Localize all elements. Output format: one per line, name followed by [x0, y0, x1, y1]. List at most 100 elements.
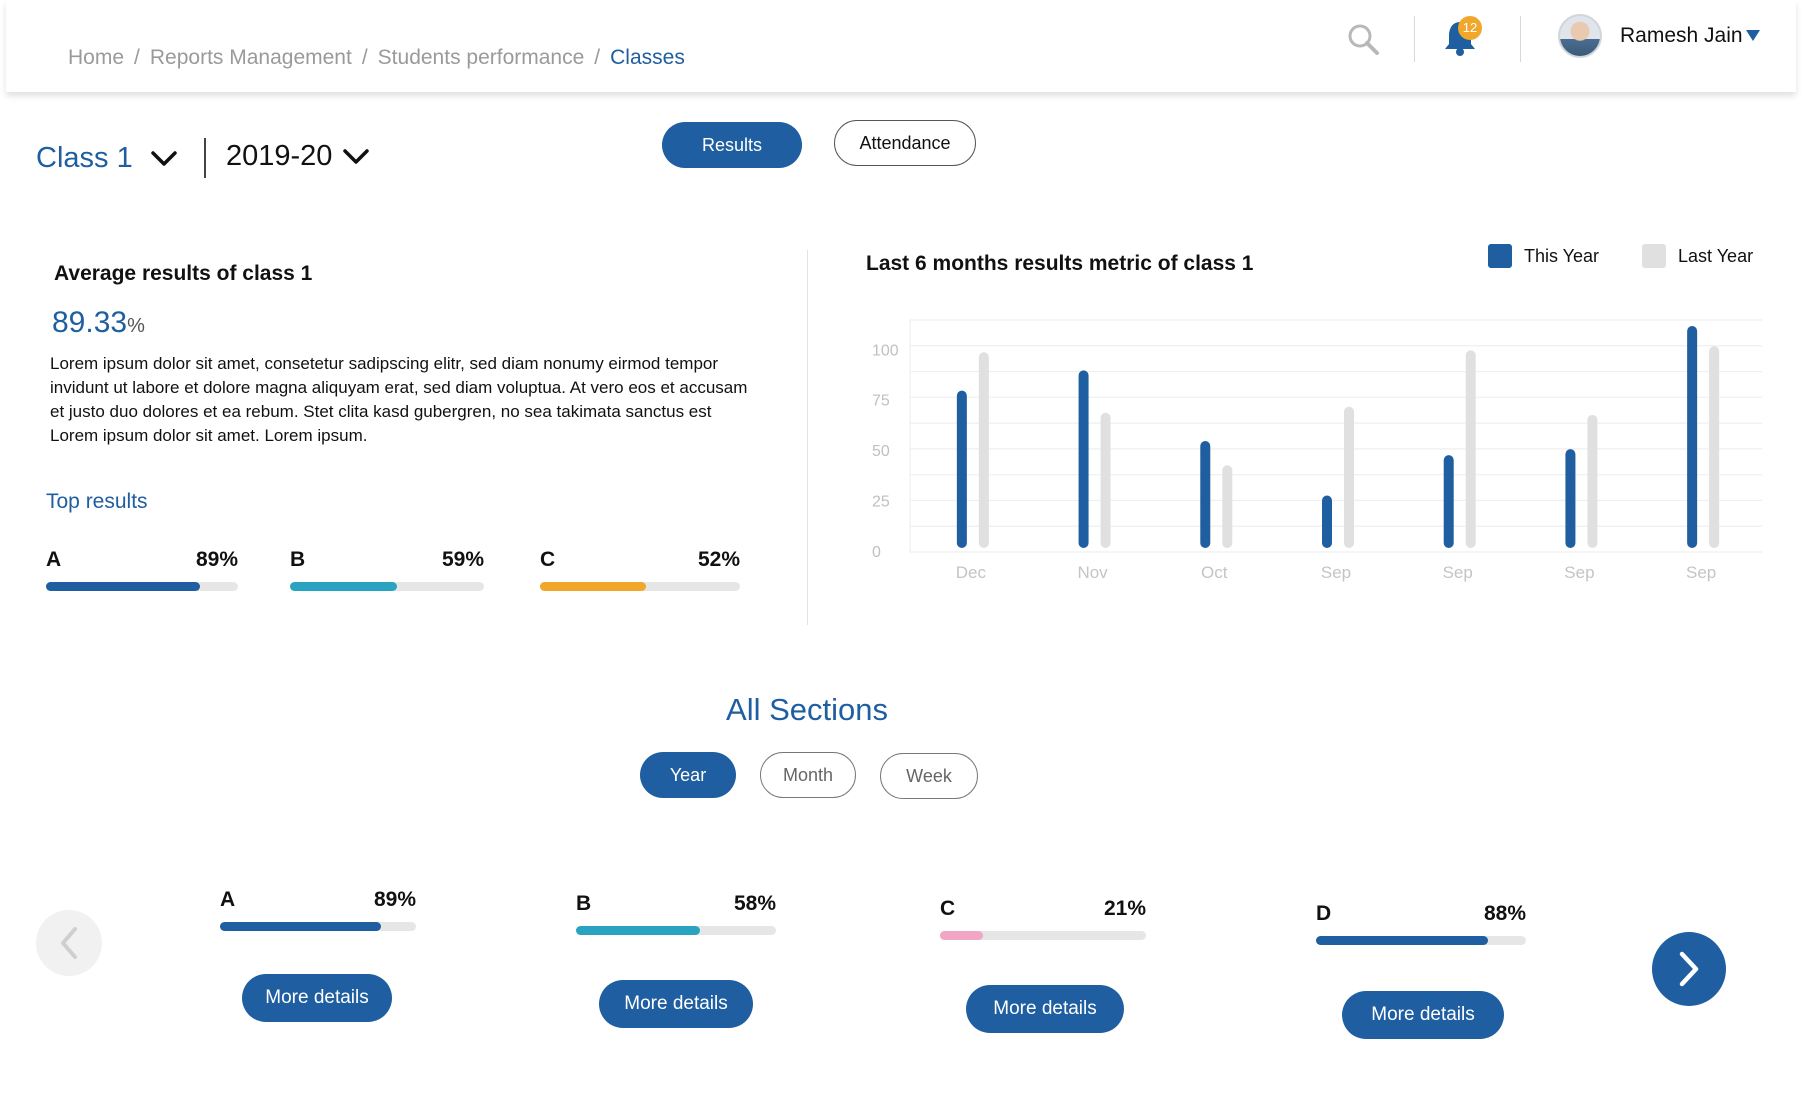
more-details-button[interactable]: More details: [1342, 991, 1504, 1039]
progress-fill: [540, 582, 646, 591]
progress-fill: [290, 582, 397, 591]
average-results-description: Lorem ipsum dolor sit amet, consetetur s…: [50, 354, 748, 445]
x-tick-label: Sep: [1686, 563, 1716, 582]
progress-fill: [220, 922, 381, 931]
top-result-a: A 89%: [46, 548, 238, 594]
notification-count-badge: 12: [1458, 16, 1482, 40]
caret-down-icon[interactable]: [1746, 30, 1760, 41]
x-tick-label: Sep: [1564, 563, 1594, 582]
progress-fill: [940, 931, 984, 940]
section-label: A: [220, 888, 236, 911]
x-tick-label: Sep: [1443, 563, 1473, 582]
bar-this-year: [1565, 449, 1576, 548]
section-value: 89%: [373, 888, 416, 911]
chevron-right-icon: [1679, 951, 1699, 987]
top-result-b: B 59%: [290, 548, 484, 594]
section-label: C: [940, 897, 956, 920]
progress-track: [46, 582, 238, 591]
more-details-button[interactable]: More details: [966, 985, 1124, 1033]
bar-this-year: [1078, 370, 1089, 548]
progress-track: [220, 922, 416, 931]
results-tab-button[interactable]: Results: [662, 122, 802, 168]
progress-track: [940, 931, 1146, 940]
bar-last-year: [1465, 350, 1476, 548]
progress-track: [290, 582, 484, 591]
more-details-button[interactable]: More details: [599, 980, 753, 1028]
breadcrumb-separator: /: [594, 46, 601, 69]
bar-this-year: [1687, 326, 1698, 548]
y-tick-label: 25: [872, 494, 890, 511]
filter-year-button[interactable]: Year: [640, 752, 736, 798]
top-result-label: A: [46, 548, 62, 571]
bar-last-year: [1587, 414, 1598, 548]
top-result-value: 59%: [441, 548, 484, 571]
filter-month-button[interactable]: Month: [760, 752, 856, 798]
progress-fill: [1316, 936, 1489, 945]
search-icon[interactable]: [1346, 22, 1380, 56]
avatar[interactable]: [1558, 14, 1602, 58]
progress-fill: [46, 582, 200, 591]
top-result-value: 89%: [195, 548, 238, 571]
average-results-title: Average results of class 1: [54, 262, 313, 285]
x-tick-label: Sep: [1321, 563, 1351, 582]
section-value: 58%: [733, 892, 776, 915]
y-tick-label: 50: [872, 443, 890, 460]
progress-fill: [576, 926, 700, 935]
attendance-tab-button[interactable]: Attendance: [834, 120, 976, 166]
legend-swatch: [1642, 244, 1666, 268]
previous-button[interactable]: [36, 910, 102, 976]
breadcrumb-students-performance[interactable]: Students performance: [378, 46, 585, 70]
top-result-c: C 52%: [540, 548, 740, 594]
top-results-title: Top results: [46, 490, 148, 513]
section-a: A 89%: [220, 888, 416, 934]
bar-this-year: [1443, 455, 1454, 548]
chevron-down-icon[interactable]: [150, 150, 178, 168]
x-tick-label: Dec: [956, 563, 987, 582]
bar-last-year: [1100, 412, 1111, 548]
progress-track: [576, 926, 776, 935]
section-value: 21%: [1103, 897, 1146, 920]
breadcrumb-home[interactable]: Home: [68, 46, 124, 70]
chevron-down-icon[interactable]: [342, 148, 370, 166]
year-selector[interactable]: 2019-20: [226, 140, 332, 173]
top-result-value: 52%: [697, 548, 740, 571]
breadcrumb: Home / Reports Management / Students perfo…: [68, 46, 685, 70]
y-tick-label: 100: [872, 342, 899, 359]
filter-week-button[interactable]: Week: [880, 753, 978, 799]
progress-track: [540, 582, 740, 591]
bar-last-year: [978, 352, 989, 548]
legend-item-last-year: Last Year: [1642, 244, 1753, 268]
y-tick-label: 0: [872, 544, 881, 561]
bar-last-year: [1222, 465, 1233, 548]
user-name[interactable]: Ramesh Jain: [1620, 24, 1743, 48]
breadcrumb-reports-management[interactable]: Reports Management: [150, 46, 352, 70]
average-value-unit: %: [127, 315, 145, 337]
section-d: D 88%: [1316, 902, 1526, 948]
average-results-value: 89.33%: [52, 306, 145, 340]
section-c: C 21%: [940, 897, 1146, 943]
progress-track: [1316, 936, 1526, 945]
top-header: Home / Reports Management / Students perfo…: [6, 0, 1796, 92]
chevron-left-icon: [61, 927, 77, 959]
bar-last-year: [1709, 346, 1720, 548]
bar-last-year: [1344, 406, 1354, 548]
legend-item-this-year: This Year: [1488, 244, 1599, 268]
selector-divider: [204, 138, 206, 178]
legend-swatch: [1488, 244, 1512, 268]
breadcrumb-classes: Classes: [610, 46, 685, 69]
x-tick-label: Oct: [1201, 563, 1228, 582]
breadcrumb-separator: /: [134, 46, 140, 69]
bar-this-year: [1200, 441, 1211, 548]
more-details-button[interactable]: More details: [242, 974, 392, 1022]
panel-divider: [807, 250, 808, 625]
section-b: B 58%: [576, 892, 776, 938]
chart-title: Last 6 months results metric of class 1: [866, 252, 1254, 275]
section-label: B: [576, 892, 592, 915]
all-sections-title: All Sections: [726, 692, 888, 727]
bar-this-year: [1322, 495, 1332, 548]
class-selector[interactable]: Class 1: [36, 142, 133, 175]
next-button[interactable]: [1652, 932, 1726, 1006]
section-value: 88%: [1483, 902, 1526, 925]
y-tick-label: 75: [872, 393, 890, 410]
header-divider: [1520, 16, 1521, 62]
